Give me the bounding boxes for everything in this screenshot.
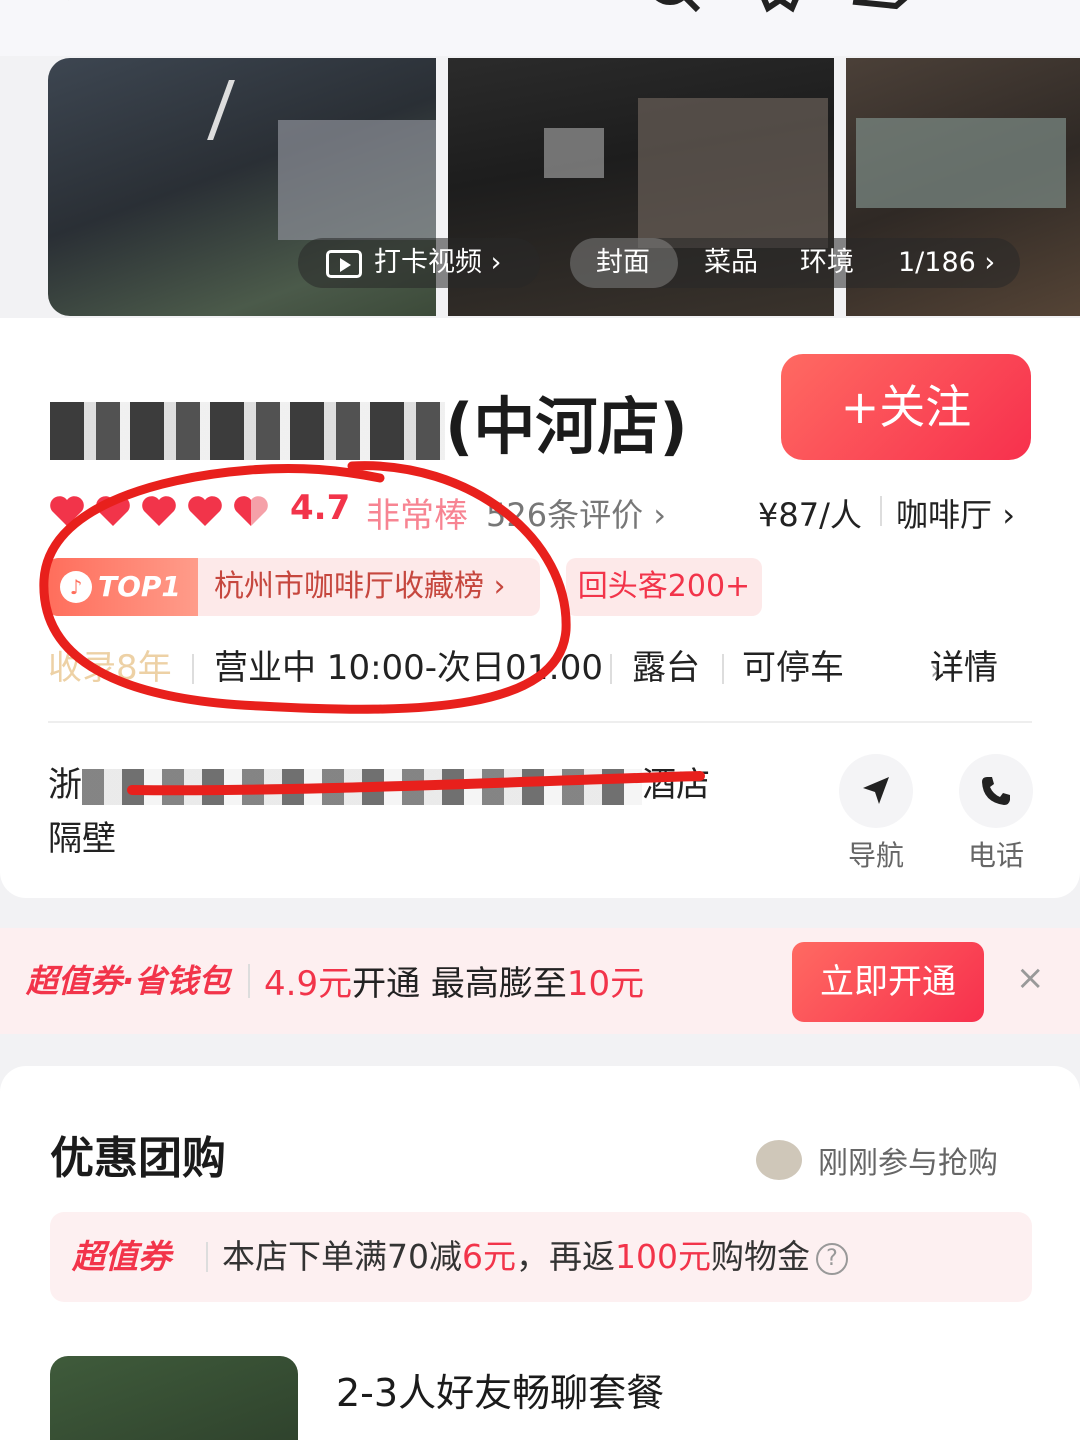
promo-brand: 超值券·省钱包 — [26, 962, 231, 1000]
deal-title[interactable]: 2-3人好友畅聊套餐 — [336, 1362, 664, 1417]
heart-icon — [48, 494, 86, 528]
navigation-label: 导航 — [847, 839, 904, 872]
tab-dishes[interactable]: 菜品 — [704, 238, 758, 288]
promo-text: 4.9元开通 最高膨至10元 — [264, 964, 645, 1004]
heart-icon-partial — [232, 494, 270, 528]
navigation-icon — [863, 777, 889, 804]
heart-icon — [94, 494, 132, 528]
ranking-tag[interactable]: ♪ TOP1 杭州市咖啡厅收藏榜 › — [48, 558, 540, 616]
share-icon[interactable] — [852, 0, 916, 22]
separator — [206, 1242, 208, 1272]
gallery-tabs: 封面 菜品 环境 1/186 › — [570, 238, 1020, 288]
navigation-button[interactable]: 导航 — [836, 754, 916, 874]
activate-button[interactable]: 立即开通 — [792, 942, 984, 1022]
coupon-bar[interactable]: 超值券 本店下单满70减6元，再返100元购物金? — [50, 1212, 1032, 1302]
tag-parking: 可停车 — [742, 648, 844, 688]
business-hours: 营业中 10:00-次日01:00 — [214, 648, 604, 688]
tab-cover[interactable]: 封面 — [596, 238, 650, 288]
ranking-label: 杭州市咖啡厅收藏榜 › — [214, 569, 506, 604]
separator — [722, 654, 724, 684]
redacted-address — [82, 768, 642, 805]
top-nav — [0, 0, 1080, 56]
heart-icon — [140, 494, 178, 528]
avg-price: ¥87/人 — [758, 496, 862, 534]
shop-logo — [207, 80, 263, 140]
play-icon — [326, 250, 362, 278]
listed-years: 收录8年 — [48, 648, 172, 688]
rating-description: 非常棒 — [366, 496, 468, 536]
shop-address[interactable]: 浙酒店 隔壁 — [48, 758, 788, 866]
business-info-row[interactable]: 收录8年 营业中 10:00-次日01:00 露台 可停车 详情 › — [48, 638, 1032, 698]
close-icon[interactable]: × — [1016, 958, 1045, 998]
star-icon[interactable] — [752, 0, 808, 22]
photo-gallery[interactable]: 打卡视频 › 封面 菜品 环境 1/186 › — [48, 58, 1080, 316]
tab-environment[interactable]: 环境 — [800, 238, 854, 288]
back-icon[interactable] — [56, 0, 96, 22]
separator — [248, 964, 250, 998]
phone-button[interactable]: 电话 — [956, 754, 1036, 874]
checkin-video-button[interactable]: 打卡视频 › — [298, 238, 540, 288]
separator — [610, 654, 612, 684]
phone-label: 电话 — [967, 839, 1024, 872]
tag-terrace: 露台 — [632, 648, 700, 688]
help-icon[interactable]: ? — [816, 1242, 848, 1275]
redacted-name — [50, 401, 445, 460]
category-link[interactable]: 咖啡厅 › — [896, 490, 1015, 536]
deal-thumbnail[interactable] — [50, 1356, 298, 1440]
repeat-customer-tag: 回头客200+ — [566, 558, 762, 616]
review-count-link[interactable]: 526条评价 › — [486, 490, 666, 536]
rank-badge: ♪ TOP1 — [48, 558, 198, 616]
shop-name: (中河店) — [50, 376, 688, 466]
separator — [880, 496, 882, 526]
heart-icon — [186, 494, 224, 528]
separator — [192, 654, 194, 684]
douyin-icon: ♪ — [60, 571, 92, 603]
photo-counter[interactable]: 1/186 › — [898, 238, 995, 288]
search-icon[interactable] — [640, 0, 704, 22]
follow-button[interactable]: +关注 — [781, 354, 1031, 460]
shop-info-card: (中河店) +关注 4.7 非常棒 526条评价 › ¥87/人 咖啡厅 › ♪… — [0, 318, 1080, 898]
promo-banner[interactable]: 超值券·省钱包 4.9元开通 最高膨至10元 立即开通 × — [0, 928, 1080, 1034]
coupon-brand: 超值券 — [72, 1237, 171, 1276]
divider — [48, 721, 1032, 723]
avatar — [756, 1140, 802, 1180]
phone-icon — [982, 777, 1010, 805]
group-deals-section: 优惠团购 刚刚参与抢购 超值券 本店下单满70减6元，再返100元购物金? 2-… — [0, 1066, 1080, 1440]
section-title: 优惠团购 — [50, 1133, 226, 1184]
coupon-text: 本店下单满70减6元，再返100元购物金? — [222, 1212, 848, 1302]
details-link[interactable]: 详情 › — [930, 638, 998, 700]
rating-row[interactable]: 4.7 非常棒 526条评价 › ¥87/人 咖啡厅 › — [48, 488, 1032, 536]
rating-score: 4.7 — [290, 488, 351, 528]
